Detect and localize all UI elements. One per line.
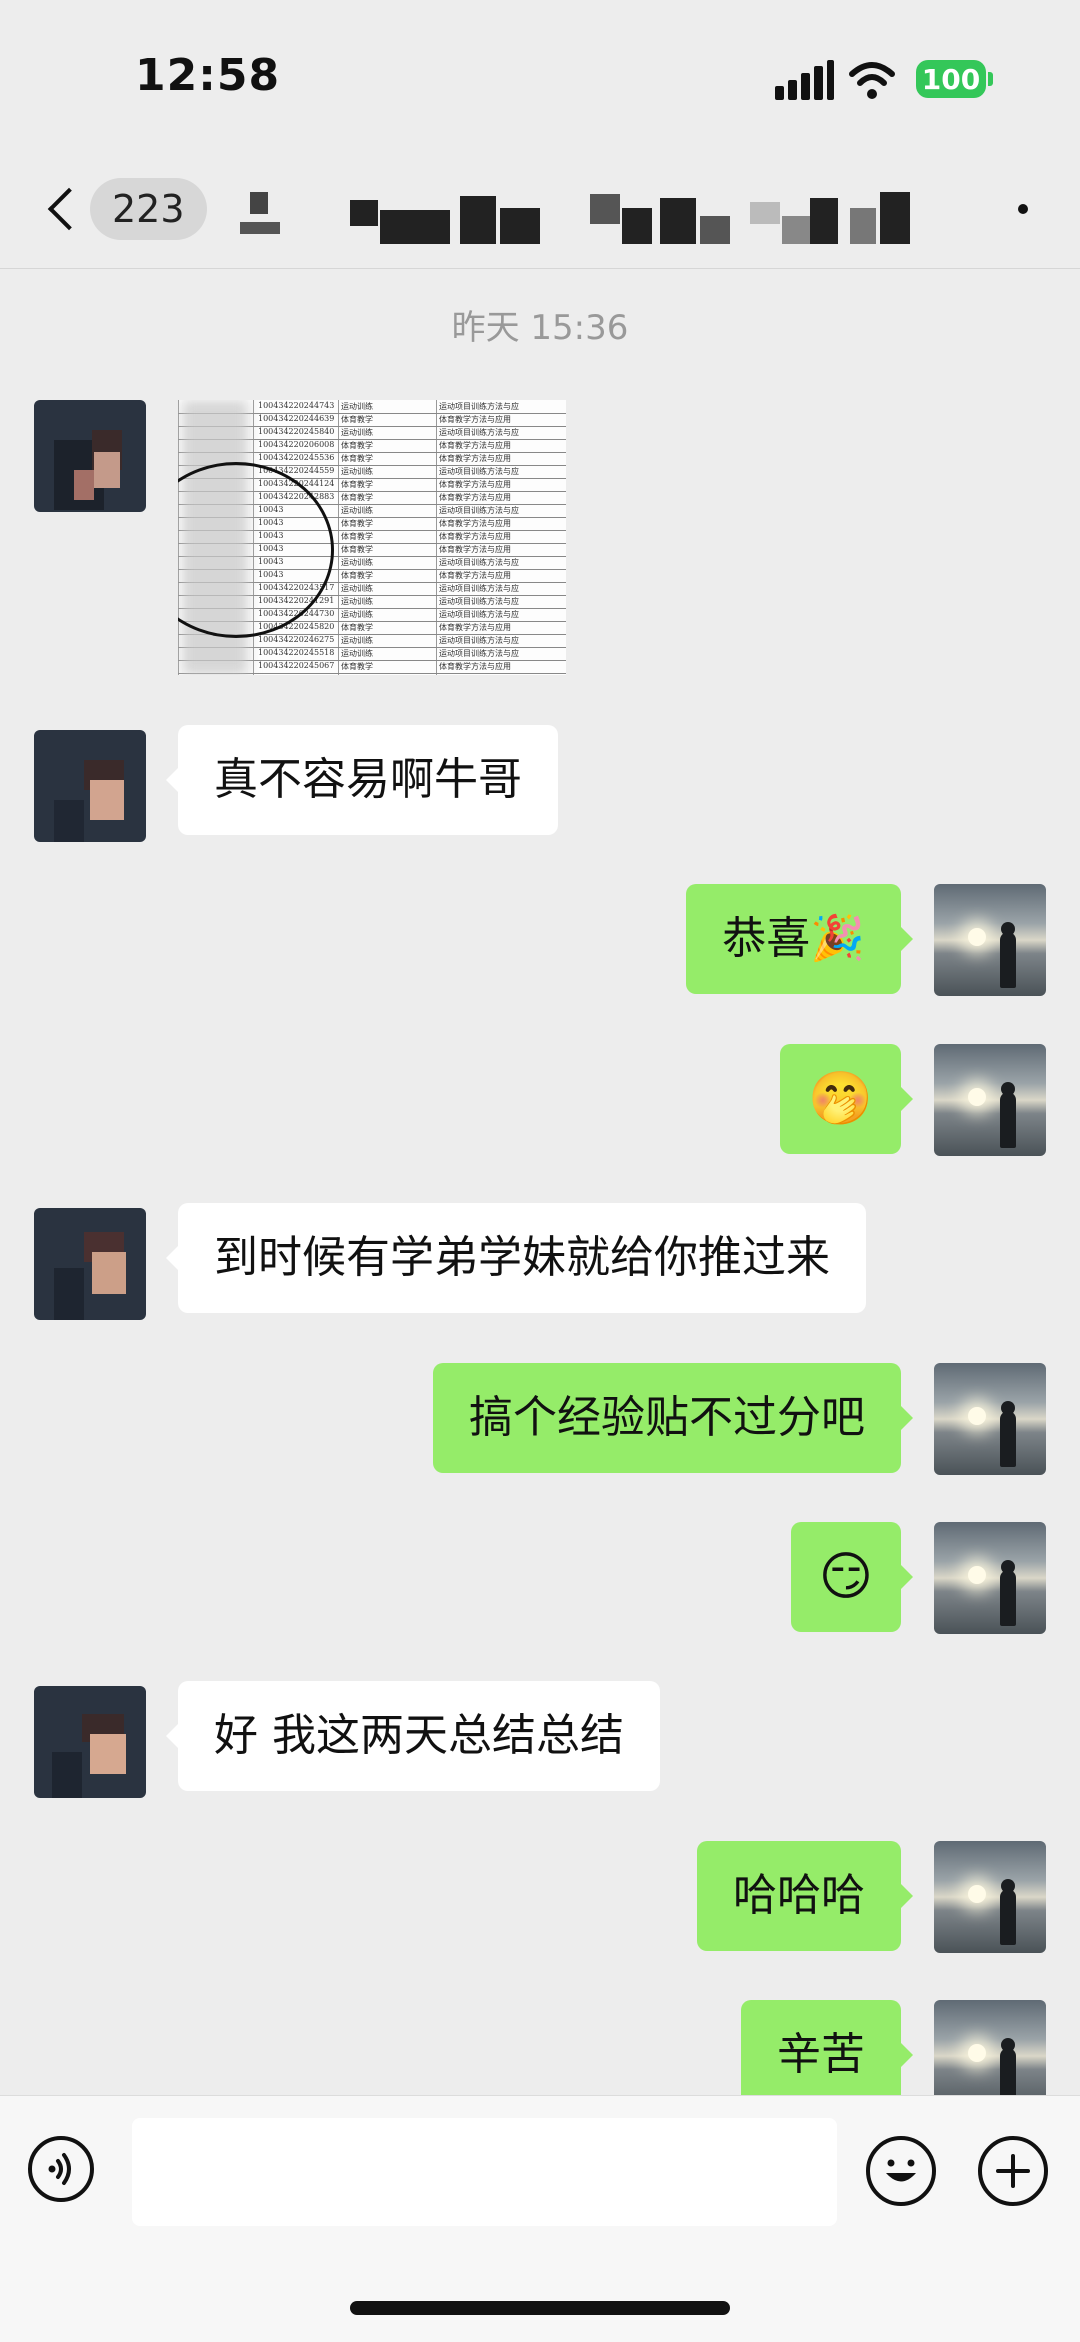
message-bubble-incoming[interactable]: 好 我这两天总结总结	[166, 1681, 660, 1791]
table-cell: 运动训练	[341, 467, 373, 476]
table-cell: 体育教学方法与应用	[439, 519, 511, 528]
table-cell: 100434220244639	[258, 414, 335, 423]
signal-icon	[775, 60, 835, 100]
table-cell: 运动项目训练方法与应	[439, 506, 519, 515]
table-cell: 体育教学	[341, 545, 373, 554]
table-cell: 体育教学	[341, 532, 373, 541]
avatar-me[interactable]	[934, 1363, 1046, 1475]
more-icon[interactable]	[1018, 204, 1028, 214]
message-bubble-outgoing[interactable]: 哈哈哈	[697, 1841, 913, 1951]
avatar-other[interactable]	[34, 1208, 146, 1320]
table-cell: 运动训练	[341, 649, 373, 658]
table-cell: 体育教学	[341, 415, 373, 424]
unread-count-badge: 223	[90, 178, 207, 240]
voice-icon	[48, 2153, 71, 2185]
table-cell: 运动项目训练方法与应	[439, 467, 519, 476]
table-cell: 运动项目训练方法与应	[439, 610, 519, 619]
table-cell: 体育教学	[341, 623, 373, 632]
table-cell: 体育教学	[341, 519, 373, 528]
message-input[interactable]	[132, 2118, 837, 2226]
table-cell: 体育教学	[341, 480, 373, 489]
status-time: 12:58	[135, 50, 281, 101]
emoji-button[interactable]	[866, 2136, 936, 2206]
message-bubble-outgoing[interactable]: 辛苦	[741, 2000, 913, 2110]
table-cell: 体育教学方法与应用	[439, 571, 511, 580]
table-cell: 运动项目训练方法与应	[439, 558, 519, 567]
avatar-me[interactable]	[934, 884, 1046, 996]
header-divider	[0, 268, 1080, 269]
table-cell: 体育教学	[341, 493, 373, 502]
table-cell: 100434220245840	[258, 427, 335, 436]
table-cell: 运动项目训练方法与应	[439, 428, 519, 437]
table-cell: 体育教学	[341, 441, 373, 450]
avatar-other[interactable]	[34, 730, 146, 842]
more-actions-button[interactable]	[978, 2136, 1048, 2206]
table-cell: 运动训练	[341, 402, 373, 411]
table-cell: 体育教学方法与应用	[439, 493, 511, 502]
message-bubble-incoming[interactable]: 真不容易啊牛哥	[166, 725, 558, 835]
table-cell: 体育教学方法与应用	[439, 545, 511, 554]
avatar-other[interactable]	[34, 400, 146, 512]
table-cell: 体育教学方法与应用	[439, 532, 511, 541]
back-button[interactable]: 223	[40, 178, 210, 244]
table-cell: 运动训练	[341, 506, 373, 515]
table-cell: 100434220244743	[258, 401, 335, 410]
table-cell: 体育教学方法与应用	[439, 623, 511, 632]
table-cell: 100434220245518	[258, 648, 335, 657]
table-cell: 体育教学方法与应用	[439, 415, 511, 424]
table-cell: 运动训练	[341, 584, 373, 593]
table-cell: 体育教学方法与应用	[439, 441, 511, 450]
table-cell: 运动项目训练方法与应	[439, 649, 519, 658]
avatar-me[interactable]	[934, 1044, 1046, 1156]
wifi-icon	[849, 62, 895, 99]
battery-tip	[988, 72, 993, 86]
chat-timestamp: 昨天 15:36	[451, 308, 629, 348]
chevron-left-icon	[47, 187, 91, 231]
table-cell: 运动项目训练方法与应	[439, 597, 519, 606]
table-cell: 运动项目训练方法与应	[439, 636, 519, 645]
message-bubble-incoming[interactable]: 到时候有学弟学妹就给你推过来	[166, 1203, 866, 1313]
avatar-me[interactable]	[934, 1841, 1046, 1953]
table-cell: 100434220206008	[258, 440, 335, 449]
image-message[interactable]: 100434220244743 运动训练 运动项目训练方法与应 10043422024…	[178, 400, 566, 675]
avatar-me[interactable]	[934, 1522, 1046, 1634]
smiley-icon	[886, 2159, 916, 2182]
table-cell: 运动项目训练方法与应	[439, 402, 519, 411]
battery-indicator: 100	[916, 60, 986, 98]
emoji-message-outgoing[interactable]: 😏	[790, 1522, 914, 1632]
table-cell: 运动项目训练方法与应	[439, 584, 519, 593]
plus-icon	[996, 2154, 1030, 2188]
table-cell: 体育教学方法与应用	[439, 480, 511, 489]
message-bubble-outgoing[interactable]: 搞个经验贴不过分吧	[433, 1363, 913, 1473]
table-cell: 100434220246275	[258, 635, 335, 644]
avatar-other[interactable]	[34, 1686, 146, 1798]
table-cell: 体育教学	[341, 662, 373, 671]
table-cell: 体育教学方法与应用	[439, 454, 511, 463]
table-cell: 运动训练	[341, 597, 373, 606]
emoji-message-outgoing[interactable]: 🤭	[780, 1044, 913, 1154]
table-cell: 体育教学方法与应用	[439, 662, 511, 671]
table-cell: 运动训练	[341, 428, 373, 437]
table-cell: 体育教学	[341, 454, 373, 463]
voice-input-button[interactable]	[28, 2136, 94, 2202]
table-cell: 运动训练	[341, 558, 373, 567]
message-bubble-outgoing[interactable]: 恭喜🎉	[686, 884, 913, 994]
home-indicator	[350, 2301, 730, 2315]
table-cell: 100434220245067	[258, 661, 335, 670]
table-cell: 运动训练	[341, 610, 373, 619]
table-cell: 体育教学	[341, 571, 373, 580]
table-cell: 100434220245536	[258, 453, 335, 462]
chat-title-redacted	[230, 188, 950, 248]
table-cell: 运动训练	[341, 636, 373, 645]
